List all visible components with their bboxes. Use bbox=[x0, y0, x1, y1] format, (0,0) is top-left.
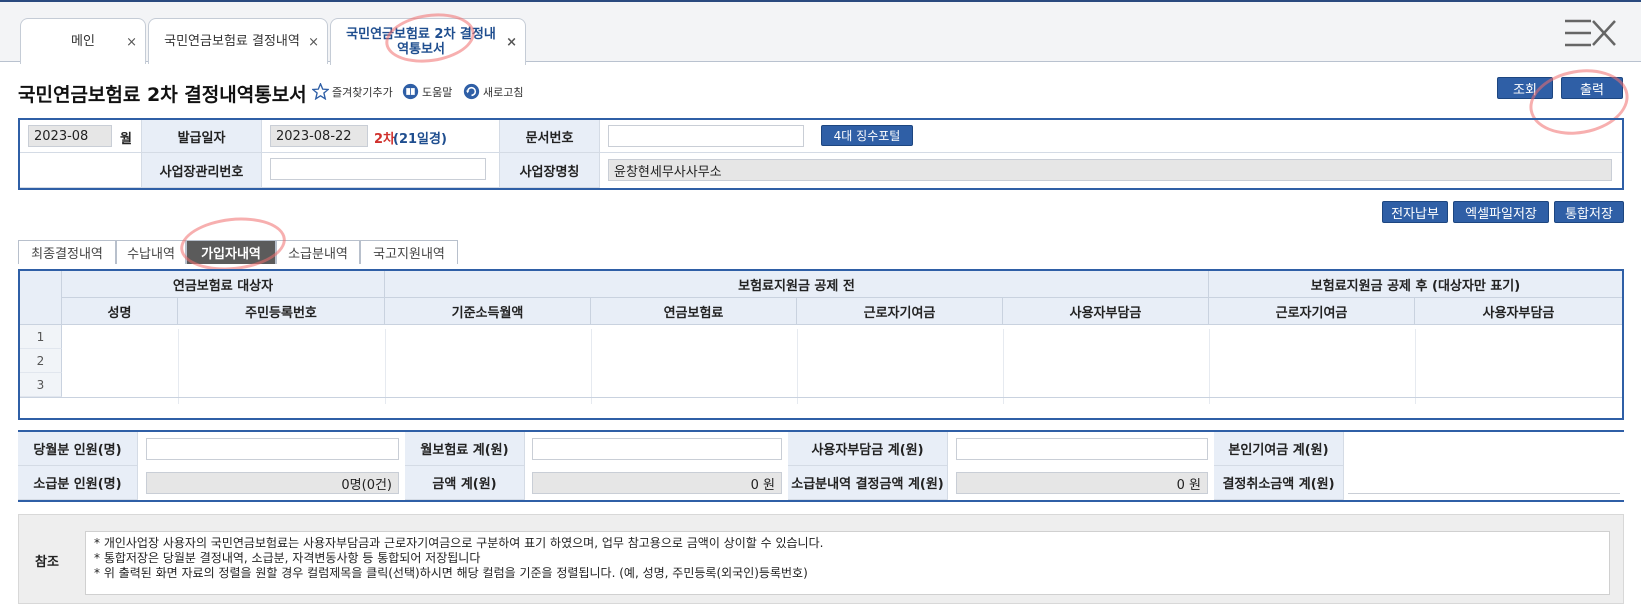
col-name[interactable]: 성명 bbox=[62, 298, 178, 325]
col-worker-contribution-after[interactable]: 근로자기여금 bbox=[1209, 298, 1415, 325]
col-resident-no[interactable]: 주민등록번호 bbox=[178, 298, 385, 325]
note-box: * 개인사업장 사용자의 국민연금보험료는 사용자부담금과 근로자기여금으로 구… bbox=[85, 531, 1610, 595]
doc-no-label: 문서번호 bbox=[500, 120, 600, 153]
note-line: * 위 출력된 화면 자료의 정렬을 원할 경우 컬럼제목을 클릭(선택)하시면… bbox=[94, 566, 808, 580]
tab-main[interactable]: 메인 × bbox=[20, 18, 146, 64]
summary-label: 소급분내역 결정금액 계(원) bbox=[788, 466, 948, 500]
col-employer-share-after[interactable]: 사용자부담금 bbox=[1415, 298, 1622, 325]
excel-save-button[interactable]: 엑셀파일저장 bbox=[1453, 201, 1549, 223]
col-base-income[interactable]: 기준소득월액 bbox=[385, 298, 591, 325]
note-line: * 개인사업장 사용자의 국민연금보험료는 사용자부담금과 근로자기여금으로 구… bbox=[94, 536, 824, 550]
employer-total-input[interactable] bbox=[956, 438, 1208, 460]
row-number: 2 bbox=[20, 349, 62, 373]
note-label: 참조 bbox=[35, 555, 59, 570]
issue-date-cell: 2023-08-22 2차 (21일경) bbox=[262, 120, 500, 153]
col-employer-share[interactable]: 사용자부담금 bbox=[1003, 298, 1209, 325]
empty-cell bbox=[20, 153, 142, 188]
group-header-target: 연금보험료 대상자 bbox=[62, 271, 385, 298]
star-icon bbox=[312, 83, 329, 100]
annotation-mark bbox=[177, 212, 289, 276]
col-pension-premium[interactable]: 연금보험료 bbox=[591, 298, 797, 325]
business-name-cell: 윤창현세무사사무소 bbox=[600, 153, 1622, 188]
mgmt-no-input[interactable] bbox=[270, 158, 486, 180]
col-divider bbox=[1415, 329, 1416, 404]
row-number: 3 bbox=[20, 373, 62, 397]
monthly-premium-input[interactable] bbox=[532, 438, 782, 460]
month-cell: 2023-08 월 bbox=[20, 120, 142, 153]
group-header-after-deduction: 보험료지원금 공제 후 (대상자만 표기) bbox=[1209, 271, 1622, 298]
close-icon[interactable]: × bbox=[126, 35, 137, 50]
refresh-icon bbox=[463, 83, 480, 100]
hamburger-close-icon[interactable] bbox=[1563, 18, 1617, 48]
refresh-button[interactable]: 새로고침 bbox=[463, 83, 523, 100]
row-number: 1 bbox=[20, 325, 62, 349]
issue-date-label: 발급일자 bbox=[142, 120, 262, 153]
subtab-state-support[interactable]: 국고지원내역 bbox=[360, 240, 458, 264]
subtab-final-decision[interactable]: 최종결정내역 bbox=[18, 240, 116, 264]
month-label: 월 bbox=[120, 132, 132, 147]
combined-save-button[interactable]: 통합저장 bbox=[1554, 201, 1624, 223]
cancel-amount-input[interactable] bbox=[1348, 472, 1620, 494]
retro-decision-total-input[interactable]: 0 원 bbox=[956, 472, 1208, 494]
amount-total-input[interactable]: 0 원 bbox=[532, 472, 782, 494]
business-name-input[interactable]: 윤창현세무사사무소 bbox=[608, 159, 1612, 181]
doc-no-input[interactable] bbox=[608, 125, 804, 147]
close-icon[interactable]: × bbox=[308, 35, 319, 50]
col-divider bbox=[1003, 329, 1004, 404]
summary-label: 사용자부담금 계(원) bbox=[788, 432, 948, 466]
month-input[interactable]: 2023-08 bbox=[28, 125, 112, 147]
col-worker-contribution[interactable]: 근로자기여금 bbox=[797, 298, 1003, 325]
summary-panel: 당월분 인원(명) 소급분 인원(명) 0명(0건) 월보험료 계(원) 금액 … bbox=[18, 430, 1624, 502]
favorite-button[interactable]: 즐겨찾기추가 bbox=[312, 83, 393, 100]
refresh-label: 새로고침 bbox=[483, 85, 524, 99]
col-divider bbox=[385, 329, 386, 404]
tab-label: 국민연금보험료 결정내역 bbox=[164, 34, 300, 49]
summary-label: 월보험료 계(원) bbox=[405, 432, 525, 466]
business-name-label: 사업장명칭 bbox=[500, 153, 600, 188]
group-header-before-deduction: 보험료지원금 공제 전 bbox=[385, 271, 1209, 298]
help-button[interactable]: 도움말 bbox=[402, 83, 452, 100]
summary-label: 당월분 인원(명) bbox=[18, 432, 138, 466]
self-contribution-input[interactable] bbox=[1348, 438, 1620, 460]
portal-button[interactable]: 4대 징수포털 bbox=[821, 125, 913, 146]
col-divider bbox=[1209, 329, 1210, 404]
round-detail: (21일경) bbox=[393, 132, 447, 147]
summary-label: 금액 계(원) bbox=[405, 466, 525, 500]
retro-count-input[interactable]: 0명(0건) bbox=[146, 472, 399, 494]
tab-bar: 메인 × 국민연금보험료 결정내역 × 국민연금보험료 2차 결정내역통보서 × bbox=[0, 0, 1641, 65]
grid-bottom-line bbox=[20, 397, 1622, 398]
summary-label: 결정취소금액 계(원) bbox=[1214, 466, 1344, 500]
subtab-retroactive[interactable]: 소급분내역 bbox=[276, 240, 360, 264]
book-icon bbox=[402, 83, 419, 100]
summary-label: 소급분 인원(명) bbox=[18, 466, 138, 500]
doc-no-cell: 4대 징수포털 bbox=[600, 120, 1622, 153]
e-payment-button[interactable]: 전자납부 bbox=[1382, 201, 1448, 223]
col-divider bbox=[797, 329, 798, 404]
note-line: * 통합저장은 당월분 결정내역, 소급분, 자격변동사항 등 통합되어 저장됩… bbox=[94, 551, 481, 565]
current-count-input[interactable] bbox=[146, 438, 399, 460]
reference-note: 참조 * 개인사업장 사용자의 국민연금보험료는 사용자부담금과 근로자기여금으… bbox=[18, 514, 1624, 604]
tab-decision-history[interactable]: 국민연금보험료 결정내역 × bbox=[148, 18, 328, 64]
col-divider bbox=[178, 329, 179, 404]
col-divider bbox=[591, 329, 592, 404]
close-icon[interactable]: × bbox=[506, 35, 517, 50]
condition-form: 2023-08 월 발급일자 사업장관리번호 2023-08-22 2차 (21… bbox=[18, 118, 1624, 190]
summary-label: 본인기여금 계(원) bbox=[1214, 432, 1344, 466]
favorite-label: 즐겨찾기추가 bbox=[332, 85, 393, 99]
round-label: 2차 bbox=[374, 132, 396, 147]
page-title: 국민연금보험료 2차 결정내역통보서 bbox=[18, 84, 307, 106]
subtab-payment[interactable]: 수납내역 bbox=[116, 240, 186, 264]
mgmt-no-cell bbox=[262, 153, 500, 188]
member-grid: 연금보험료 대상자 보험료지원금 공제 전 보험료지원금 공제 후 (대상자만 … bbox=[18, 269, 1624, 420]
help-label: 도움말 bbox=[422, 85, 453, 99]
tab-label: 메인 bbox=[71, 34, 95, 49]
mgmt-no-label: 사업장관리번호 bbox=[142, 153, 262, 188]
issue-date-input[interactable]: 2023-08-22 bbox=[270, 125, 368, 147]
grid-corner bbox=[20, 271, 62, 325]
